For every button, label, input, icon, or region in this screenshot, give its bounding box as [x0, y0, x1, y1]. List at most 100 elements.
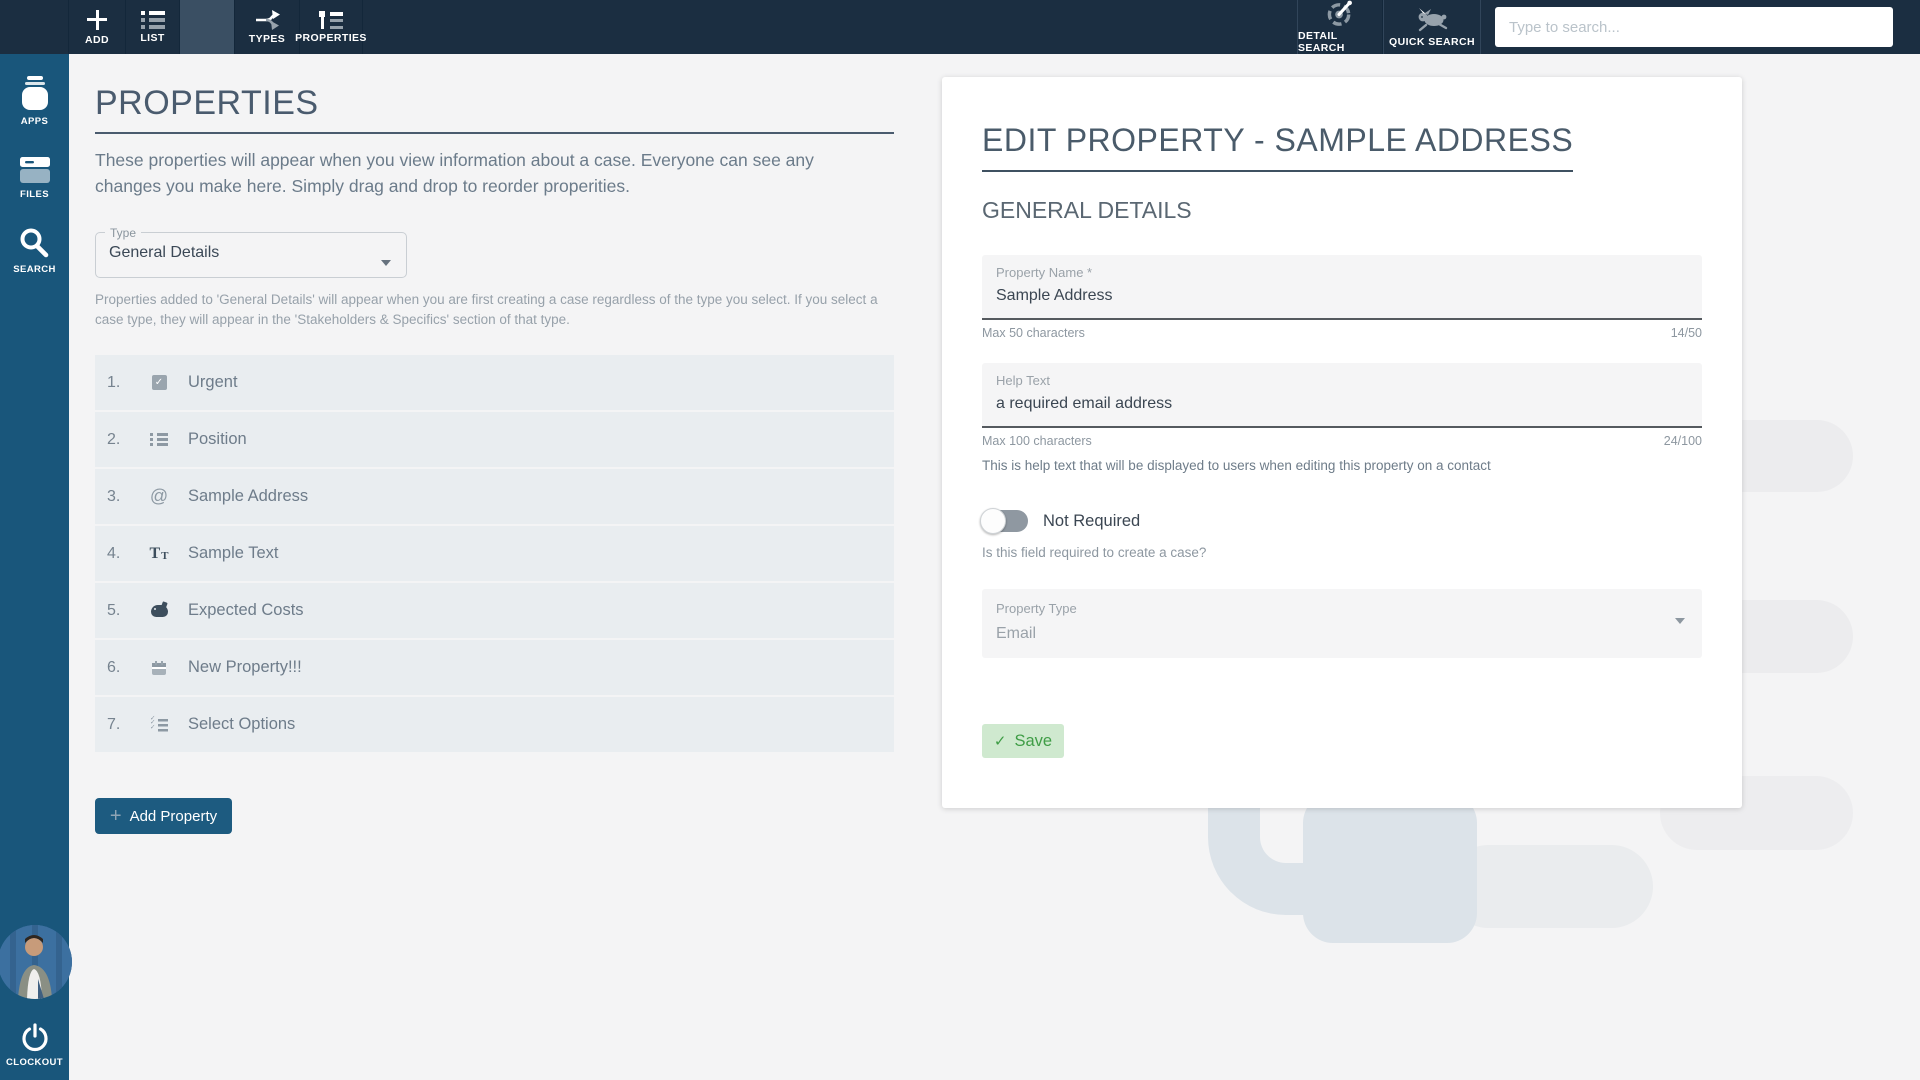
nav-tab-label: ADD — [85, 33, 109, 46]
property-label: Position — [188, 430, 247, 448]
property-name-meta: Max 50 characters 14/50 — [982, 326, 1702, 340]
chevron-down-icon — [1675, 618, 1685, 624]
property-type-icon — [147, 486, 171, 507]
plus-icon — [86, 9, 108, 31]
power-icon — [21, 1023, 48, 1052]
property-type-icon — [147, 375, 171, 390]
topbar-right-group: DETAIL SEARCH QUICK SEARCH — [1297, 0, 1920, 54]
property-type-icon — [147, 433, 171, 446]
property-number: 5. — [107, 601, 121, 619]
property-number: 7. — [107, 715, 121, 733]
check-icon — [994, 732, 1007, 751]
property-row[interactable]: 3. Sample Address — [95, 469, 894, 524]
max-chars-hint: Max 50 characters — [982, 326, 1085, 340]
nav-tab-label: QUICK SEARCH — [1389, 35, 1475, 48]
property-row[interactable]: 4. Sample Text — [95, 526, 894, 581]
max-chars-hint: Max 100 characters — [982, 434, 1092, 448]
branch-arrows-icon — [256, 9, 280, 30]
topbar-logo-spacer — [0, 0, 69, 54]
toggle-knob[interactable] — [980, 508, 1006, 534]
decorative-pill — [1447, 845, 1653, 928]
drawer-icon — [19, 157, 50, 183]
property-name-field[interactable]: Property Name * Sample Address — [982, 255, 1702, 320]
property-label: Sample Text — [188, 544, 279, 562]
property-name-label: Property Name * — [996, 265, 1093, 280]
nav-tab-quick-search[interactable]: QUICK SEARCH — [1383, 0, 1481, 54]
property-row[interactable]: 7. Select Options — [95, 697, 894, 752]
sidebar-item-label: FILES — [20, 189, 49, 200]
required-toggle[interactable] — [980, 508, 1028, 534]
help-text-field[interactable]: Help Text a required email address — [982, 363, 1702, 428]
nav-tab-list[interactable]: LIST — [126, 0, 180, 54]
type-select-label: Type — [110, 225, 137, 240]
help-text-value[interactable]: a required email address — [996, 395, 1688, 413]
property-row[interactable]: 1. Urgent — [95, 355, 894, 410]
required-toggle-label: Not Required — [1043, 511, 1141, 530]
property-number: 1. — [107, 373, 121, 391]
sidebar-item-label: APPS — [20, 116, 49, 127]
type-select[interactable]: Type General Details — [95, 225, 407, 278]
help-text-label: Help Text — [996, 373, 1050, 388]
property-type-icon — [147, 660, 171, 675]
nav-tab-label: DETAIL SEARCH — [1298, 30, 1345, 54]
property-number: 4. — [107, 544, 121, 562]
char-counter: 24/100 — [1663, 434, 1702, 448]
sidebar-item-label: SEARCH — [13, 264, 56, 275]
gauge-icon — [1327, 0, 1352, 26]
property-row[interactable]: 5. Expected Costs — [95, 583, 894, 638]
jar-icon — [21, 76, 48, 110]
property-row[interactable]: 2. Position — [95, 412, 894, 467]
sidebar-bottom-group: CLOCKOUT — [0, 925, 72, 1080]
global-search-input[interactable] — [1495, 7, 1893, 47]
property-name-value[interactable]: Sample Address — [996, 287, 1688, 305]
type-helper-text: Properties added to 'General Details' wi… — [95, 291, 878, 327]
help-text-description: This is help text that will be displayed… — [982, 458, 1491, 473]
magnifier-icon — [20, 228, 49, 258]
property-type-icon — [147, 717, 171, 732]
chevron-down-icon — [381, 259, 391, 266]
property-label: Select Options — [188, 715, 296, 733]
page-title: PROPERTIES — [95, 84, 319, 122]
property-list: 1. Urgent 2. Position 3. Sample Address — [95, 355, 894, 752]
sidebar-item-files[interactable]: FILES — [18, 153, 52, 200]
property-label: Expected Costs — [188, 601, 304, 619]
top-navigation-bar: ADD LIST TYPES PROPERTIES DETAIL SEARCH … — [0, 0, 1920, 54]
user-avatar[interactable] — [0, 925, 72, 999]
property-type-value: Email — [996, 625, 1037, 642]
sidebar-item-clockout[interactable]: CLOCKOUT — [6, 1023, 63, 1068]
sidebar-item-apps[interactable]: APPS — [18, 74, 52, 127]
properties-panel: PROPERTIES These properties will appear … — [95, 84, 894, 834]
general-details-heading: GENERAL DETAILS — [982, 197, 1192, 223]
decorative-block — [1303, 793, 1477, 943]
topbar-search-area — [1481, 0, 1920, 54]
avatar-photo — [0, 925, 72, 999]
edit-property-card: EDIT PROPERTY - SAMPLE ADDRESS GENERAL D… — [942, 77, 1742, 808]
panel-description: These properties will appear when you vi… — [95, 150, 814, 197]
plus-icon — [110, 806, 122, 826]
list-icon — [140, 10, 165, 29]
property-type-icon — [147, 604, 171, 617]
nav-tab-label: LIST — [140, 31, 165, 44]
nav-tab-properties[interactable]: PROPERTIES — [295, 0, 366, 54]
property-row[interactable]: 6. New Property!!! — [95, 640, 894, 695]
property-type-label: Property Type — [996, 601, 1077, 616]
sidebar-item-label: CLOCKOUT — [5, 1057, 64, 1068]
add-property-button[interactable]: Add Property — [95, 798, 232, 834]
property-label: Sample Address — [188, 487, 309, 505]
nav-tab-types[interactable]: TYPES — [235, 0, 300, 54]
edit-property-title: EDIT PROPERTY - SAMPLE ADDRESS — [982, 122, 1574, 172]
required-toggle-description: Is this field required to create a case? — [982, 545, 1207, 560]
property-type-select[interactable]: Property Type Email — [982, 589, 1702, 658]
title-divider — [95, 132, 894, 134]
property-label: Urgent — [188, 373, 238, 391]
sidebar-item-search[interactable]: SEARCH — [13, 226, 56, 275]
property-number: 6. — [107, 658, 121, 676]
property-number: 2. — [107, 430, 121, 448]
nav-tab-label: PROPERTIES — [295, 31, 367, 44]
left-sidebar: APPS FILES SEARCH CLOCKOUT — [0, 0, 72, 1080]
nav-tab-detail-search[interactable]: DETAIL SEARCH — [1297, 0, 1383, 54]
nav-tab-label: TYPES — [248, 32, 286, 45]
save-button[interactable]: Save — [982, 724, 1064, 758]
nav-tab-add[interactable]: ADD — [69, 0, 126, 54]
nav-tab-active-indicator[interactable] — [180, 0, 235, 54]
